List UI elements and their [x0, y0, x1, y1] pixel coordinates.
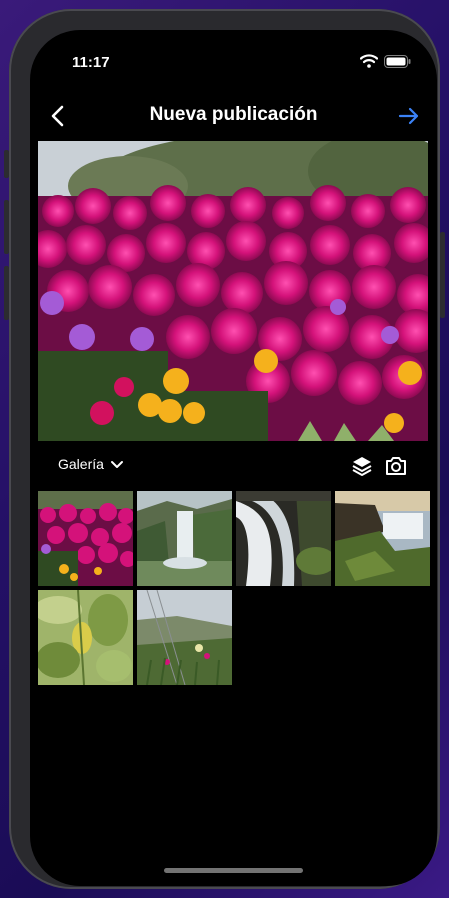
- nav-bar: Nueva publicación: [30, 96, 437, 136]
- status-bar: 11:17: [30, 30, 437, 94]
- wifi-icon: [360, 54, 378, 68]
- status-time: 11:17: [72, 54, 110, 71]
- gallery-thumbnail[interactable]: [236, 491, 331, 586]
- power-button: [440, 232, 445, 318]
- arrow-right-icon[interactable]: [395, 102, 423, 130]
- gallery-thumbnail[interactable]: [335, 491, 430, 586]
- gallery-thumbnail[interactable]: [137, 491, 232, 586]
- gallery-thumbnail[interactable]: [137, 590, 232, 685]
- screen: 11:17 Nueva publicación Galería: [30, 30, 437, 886]
- gallery-selector[interactable]: Galería: [58, 456, 124, 472]
- chevron-down-icon: [110, 461, 123, 468]
- page-title: Nueva publicación: [149, 104, 318, 125]
- status-icons: [360, 54, 411, 68]
- home-indicator[interactable]: [164, 868, 303, 873]
- preview-image: [38, 141, 428, 441]
- gallery-toolbar: Galería: [30, 450, 437, 482]
- gallery-thumbnail[interactable]: [38, 590, 133, 685]
- layers-icon[interactable]: [350, 454, 374, 478]
- selected-photo-preview[interactable]: [38, 141, 428, 441]
- gallery-label: Galería: [58, 456, 104, 472]
- battery-icon: [384, 54, 411, 68]
- phone-frame: 11:17 Nueva publicación Galería: [9, 9, 440, 889]
- camera-icon[interactable]: [384, 454, 408, 478]
- gallery-thumbnail[interactable]: [38, 491, 133, 586]
